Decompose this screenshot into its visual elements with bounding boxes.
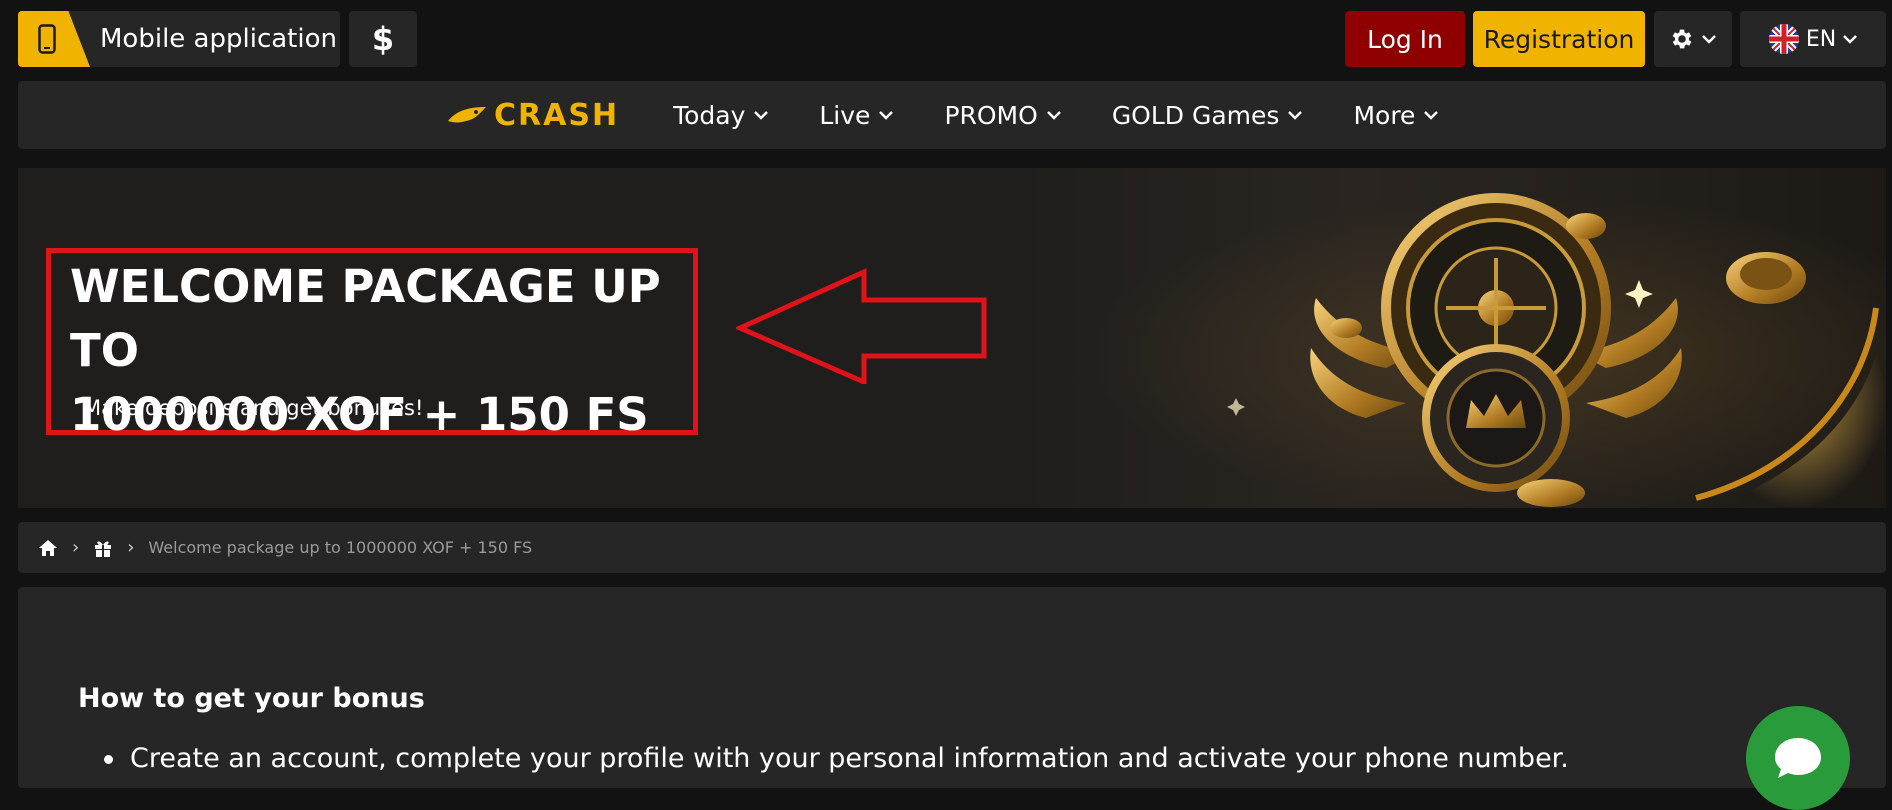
nav-item-label: GOLD Games bbox=[1111, 100, 1280, 130]
nav-item-more[interactable]: More bbox=[1353, 101, 1439, 130]
nav-item-label: Live bbox=[819, 100, 871, 130]
banner-roulette-artwork bbox=[1006, 168, 1886, 508]
logo-text: CRASH bbox=[494, 97, 620, 133]
login-button[interactable]: Log In bbox=[1345, 11, 1465, 67]
gift-icon[interactable] bbox=[93, 538, 113, 558]
gear-icon bbox=[1672, 29, 1692, 49]
registration-button[interactable]: Registration bbox=[1473, 11, 1645, 67]
chevron-down-icon bbox=[1046, 111, 1061, 120]
roulette-illustration bbox=[1227, 193, 1886, 508]
home-icon[interactable] bbox=[38, 539, 58, 557]
nav-item-label: More bbox=[1353, 100, 1416, 130]
top-bar: Mobile application $ Log In Registration bbox=[0, 0, 1892, 76]
chevron-down-icon bbox=[1424, 111, 1439, 120]
dollar-icon: $ bbox=[371, 20, 395, 58]
settings-button[interactable] bbox=[1654, 11, 1732, 67]
nav-item-label: PROMO bbox=[944, 100, 1038, 130]
nav-item-gold-games[interactable]: GOLD Games bbox=[1112, 101, 1304, 130]
nav-item-live[interactable]: Live bbox=[819, 101, 894, 130]
chevron-down-icon bbox=[1843, 35, 1858, 44]
chevron-down-icon bbox=[754, 111, 769, 120]
chat-button[interactable] bbox=[1746, 706, 1850, 810]
section-heading: How to get your bonus bbox=[78, 683, 425, 714]
uk-flag-icon bbox=[1768, 24, 1799, 54]
chevron-down-icon bbox=[1288, 111, 1303, 120]
mobile-app-button[interactable]: Mobile application bbox=[18, 11, 340, 67]
chevron-right-icon: › bbox=[72, 537, 80, 558]
crash-logo[interactable]: CRASH bbox=[446, 98, 619, 133]
rocket-logo-icon bbox=[448, 107, 486, 123]
chevron-down-icon bbox=[1702, 35, 1716, 44]
nav-item-promo[interactable]: PROMO bbox=[944, 101, 1061, 130]
bullet-icon bbox=[104, 755, 113, 764]
bonus-steps-list: Create an account, complete your profile… bbox=[100, 743, 1569, 774]
list-item-text: Create an account, complete your profile… bbox=[130, 743, 1569, 774]
mobile-app-label: Mobile application bbox=[100, 24, 337, 54]
phone-icon-wrapper bbox=[18, 11, 90, 67]
banner-title-line-1: WELCOME PACKAGE UP TO bbox=[70, 260, 661, 377]
language-selector[interactable]: EN bbox=[1740, 11, 1886, 67]
phone-icon bbox=[38, 24, 56, 54]
currency-button[interactable]: $ bbox=[349, 11, 417, 67]
chat-bubble-icon bbox=[1775, 738, 1821, 778]
list-item: Create an account, complete your profile… bbox=[100, 743, 1569, 774]
annotation-arrow-icon bbox=[736, 268, 987, 384]
nav-item-today[interactable]: Today bbox=[673, 101, 769, 130]
language-label: EN bbox=[1805, 26, 1837, 52]
breadcrumb: › › Welcome package up to 1000000 XOF + … bbox=[18, 522, 1886, 573]
chevron-down-icon bbox=[879, 111, 894, 120]
nav-item-label: Today bbox=[673, 100, 746, 130]
chevron-right-icon: › bbox=[127, 537, 135, 558]
breadcrumb-current: Welcome package up to 1000000 XOF + 150 … bbox=[148, 538, 533, 557]
banner-subtitle: Make deposits and get bonuses! bbox=[83, 396, 424, 420]
main-nav: CRASH Today Live PROMO GOLD Games More bbox=[18, 81, 1886, 149]
